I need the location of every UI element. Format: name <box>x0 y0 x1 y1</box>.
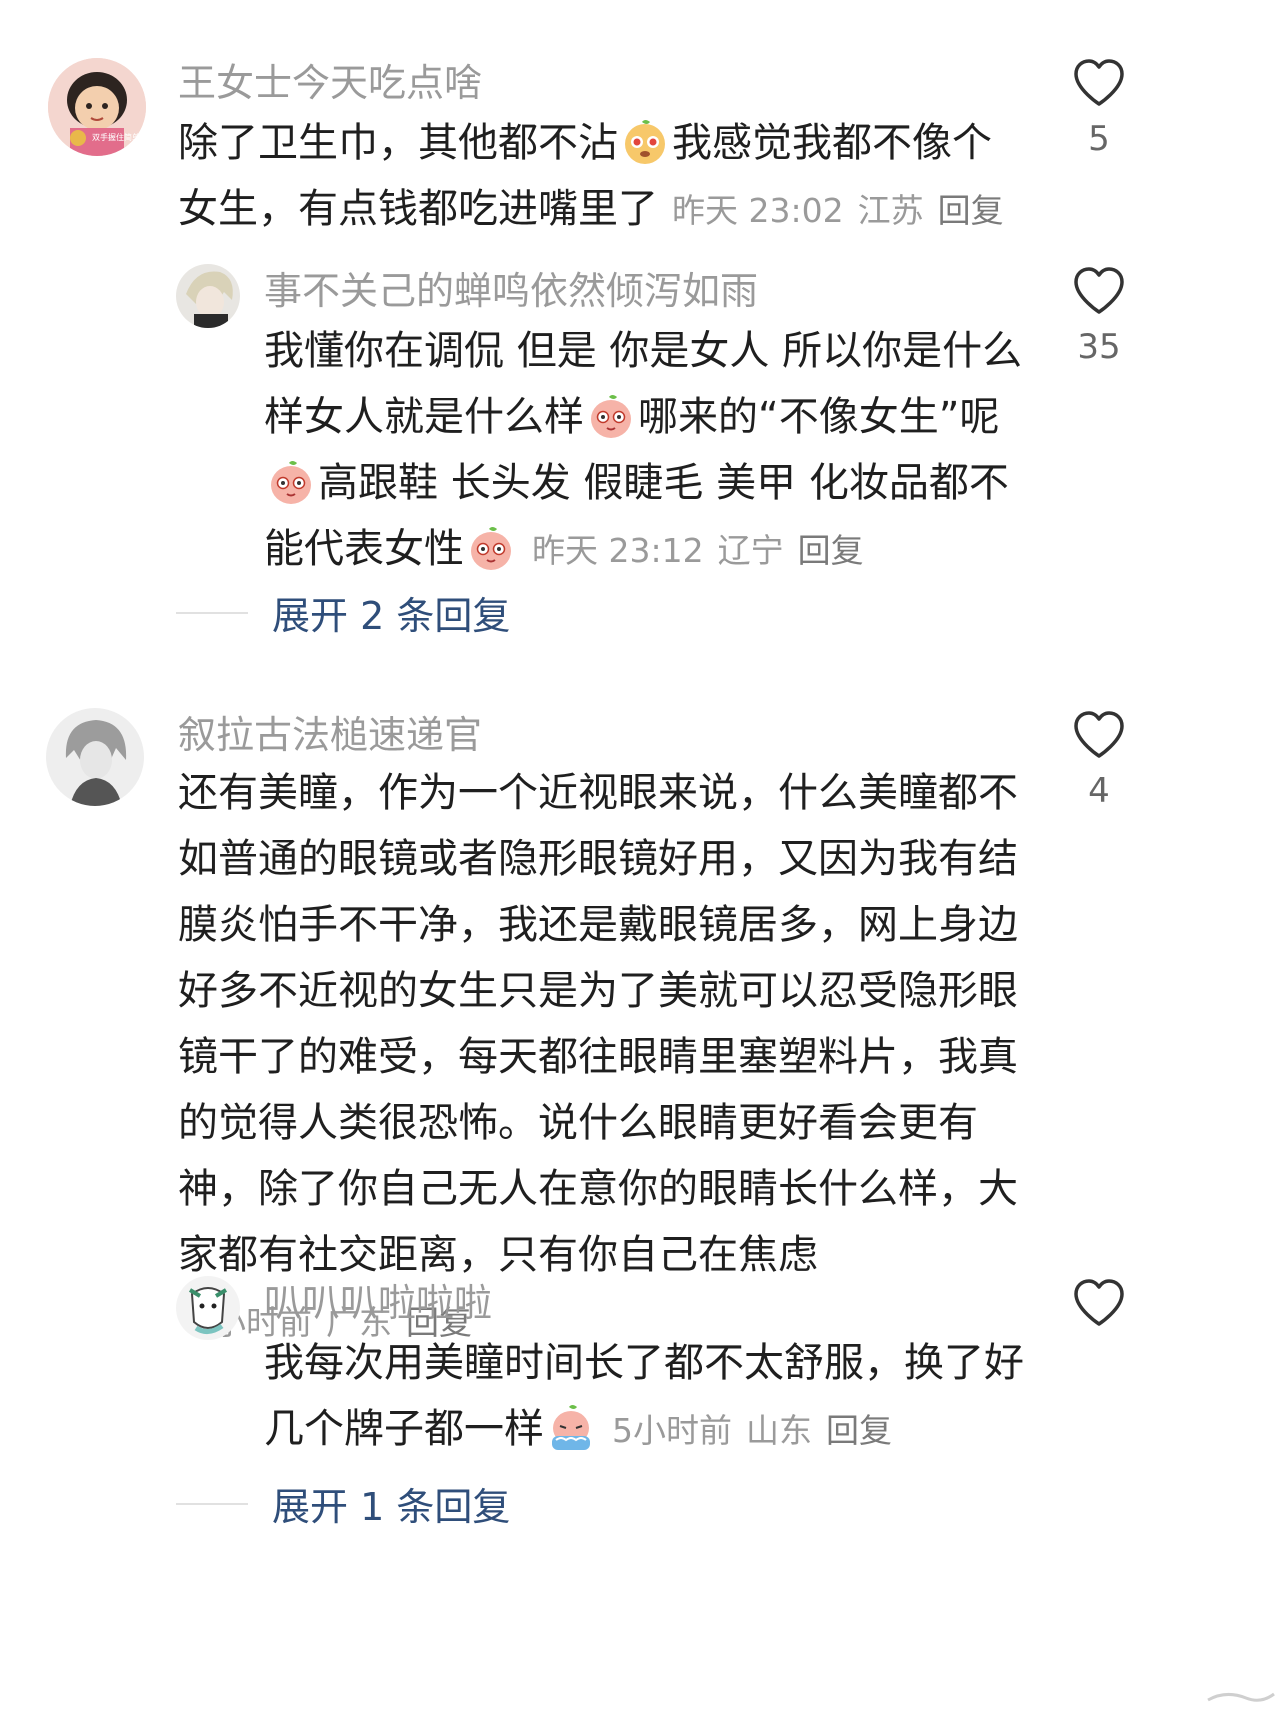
like-button[interactable]: 4 <box>1044 710 1154 808</box>
comment-text-part: 还有美瞳，作为一个近视眼来说，什么美瞳都不如普通的眼镜或者隐形眼镜好用，又因为我… <box>178 770 1018 1278</box>
watermark-icon <box>1207 1692 1275 1702</box>
comment-location: 山东 <box>746 1411 812 1450</box>
anime-sketch-avatar-icon <box>46 708 144 806</box>
avatar-caption: 双手握住简单的快乐 <box>92 132 146 142</box>
reply-button[interactable]: 回复 <box>826 1411 892 1450</box>
divider <box>176 611 248 614</box>
like-button[interactable]: 35 <box>1044 266 1154 364</box>
like-button[interactable] <box>1044 1278 1154 1342</box>
like-count: 35 <box>1077 327 1121 367</box>
heart-icon <box>1074 267 1124 314</box>
comment-time: 昨天 23:12 <box>532 531 704 570</box>
expand-replies-button[interactable]: 展开 1 条回复 <box>176 1476 510 1531</box>
username[interactable]: 叙拉古法槌速递官 <box>178 716 482 754</box>
divider <box>176 1502 248 1505</box>
shy-peach-emoji-icon <box>266 456 316 506</box>
heart-icon <box>1074 59 1124 106</box>
expand-replies-button[interactable]: 展开 2 条回复 <box>176 585 510 640</box>
username[interactable]: 王女士今天吃点啥 <box>178 64 482 102</box>
like-button[interactable]: 5 <box>1044 58 1154 156</box>
heart-icon <box>1074 1279 1124 1326</box>
comment-text-part: 哪来的“不像女生”呢 <box>638 394 1000 440</box>
shy-peach-emoji-icon <box>586 390 636 440</box>
comment-meta: 5小时前 山东 回复 <box>612 1411 892 1450</box>
comment-meta: 昨天 23:02 江苏 回复 <box>672 191 1004 230</box>
like-count: 4 <box>1088 771 1110 811</box>
username[interactable]: 叭叭叭啦啦啦 <box>264 1284 492 1322</box>
comment-time: 5小时前 <box>612 1411 732 1450</box>
username[interactable]: 事不关己的蝉鸣依然倾泻如雨 <box>264 272 758 310</box>
expand-replies-label: 展开 1 条回复 <box>272 1485 511 1529</box>
comment-time: 昨天 23:02 <box>672 191 844 230</box>
comment-location: 辽宁 <box>717 531 784 570</box>
comment-text: 我懂你在调侃 但是 你是女人 所以你是什么样女人就是什么样 哪来的“不像女生”呢高… <box>264 318 1024 584</box>
like-count: 5 <box>1088 119 1110 159</box>
reply-button[interactable]: 回复 <box>938 191 1004 230</box>
avatar[interactable]: 双手握住简单的快乐 <box>48 58 146 156</box>
drooling-peach-emoji-icon <box>620 116 670 166</box>
comment-text: 还有美瞳，作为一个近视眼来说，什么美瞳都不如普通的眼镜或者隐形眼镜好用，又因为我… <box>178 760 1023 1356</box>
crying-peach-emoji-icon <box>546 1402 596 1452</box>
comment-location: 江苏 <box>857 191 924 230</box>
comment-text: 除了卫生巾，其他都不沾 我感觉我都不像个女生，有点钱都吃进嘴里了 昨天 23:02 江… <box>178 110 1008 244</box>
shy-peach-emoji-icon <box>466 522 516 572</box>
expand-replies-label: 展开 2 条回复 <box>272 594 511 638</box>
heart-icon <box>1074 711 1124 758</box>
avatar[interactable] <box>176 264 240 328</box>
cartoon-creature-avatar-icon <box>176 1276 240 1340</box>
comment-meta: 昨天 23:12 辽宁 回复 <box>532 531 864 570</box>
reply-button[interactable]: 回复 <box>798 531 864 570</box>
cartoon-girl-avatar-icon: 双手握住简单的快乐 <box>48 58 146 156</box>
comment-text: 我每次用美瞳时间长了都不太舒服，换了好几个牌子都一样 5小时前 山东 回复 <box>264 1330 1024 1464</box>
anime-character-avatar-icon <box>176 264 240 328</box>
avatar[interactable] <box>46 708 144 806</box>
comment-text-part: 除了卫生巾，其他都不沾 <box>178 120 618 166</box>
avatar[interactable] <box>176 1276 240 1340</box>
